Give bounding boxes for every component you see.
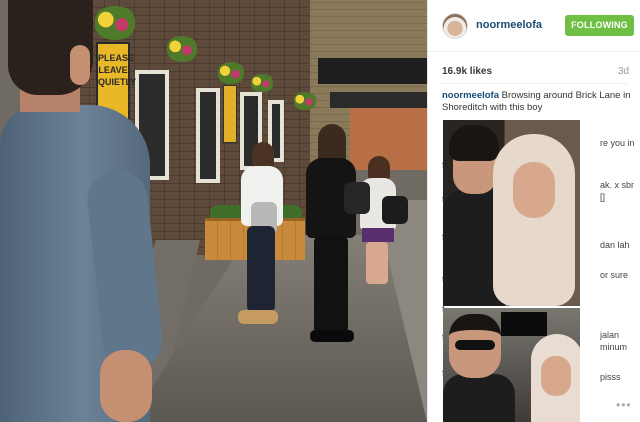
post-header: noormeelofa FOLLOWING	[428, 0, 640, 52]
caption-username[interactable]: noormeelofa	[442, 90, 499, 101]
hanging-flower-basket	[216, 62, 246, 84]
comment-fragment: re you in	[600, 138, 635, 148]
woman-walking-far	[360, 156, 408, 290]
post-timestamp[interactable]: 3d	[618, 66, 629, 77]
username-link[interactable]: noormeelofa	[476, 19, 542, 31]
avatar[interactable]	[442, 13, 468, 39]
comment-fragment: []	[600, 192, 606, 202]
following-button[interactable]: FOLLOWING	[565, 15, 634, 36]
comment-fragment: pisss	[600, 372, 621, 382]
woman-walking-white-top	[238, 142, 286, 332]
post-caption: noormeelofa Browsing around Brick Lane i…	[442, 90, 632, 114]
sunglasses	[455, 340, 495, 350]
hanging-flower-basket	[249, 74, 275, 92]
hanging-flower-basket	[165, 36, 199, 62]
pub-window	[196, 88, 220, 183]
more-options-icon[interactable]: •••	[616, 398, 632, 412]
comment-fragment: dan lah	[600, 240, 630, 250]
comment-fragment: jalan	[600, 330, 620, 340]
shop-canopy	[318, 58, 427, 84]
comment-fragment: minum	[600, 342, 628, 352]
woman-walking-black-outfit	[302, 124, 370, 346]
shop-canopy-lower	[330, 92, 427, 108]
man-from-behind	[0, 0, 166, 422]
divider	[442, 83, 628, 84]
comment-fragment: ak. x sbr	[600, 180, 635, 190]
post-photo: PLEASE LEAVE QUIETLY	[0, 0, 427, 422]
inset-selfie-photo	[443, 120, 580, 306]
hanging-flower-basket	[292, 92, 318, 110]
pub-sign	[223, 85, 237, 143]
comment-fragment: or sure	[600, 270, 629, 280]
inset-photo-sunglasses	[443, 308, 580, 422]
censor-bar	[501, 312, 547, 336]
likes-count[interactable]: 16.9k likes	[442, 66, 492, 77]
